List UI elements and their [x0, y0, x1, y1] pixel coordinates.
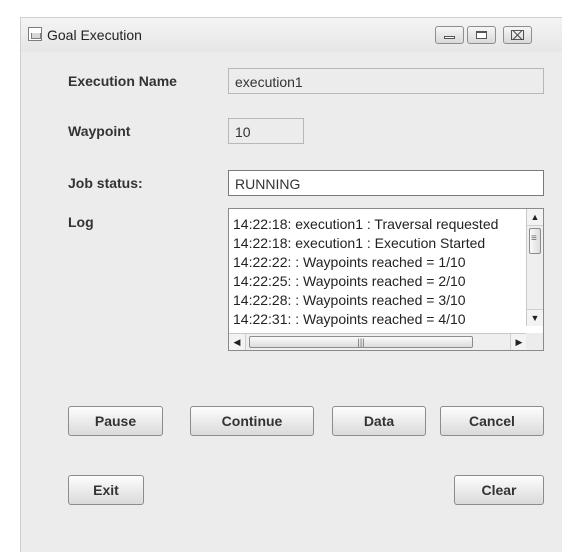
log-line: 14:22:18: execution1 : Execution Started [233, 235, 486, 251]
log-line: 14:22:31: : Waypoints reached = 4/10 [233, 311, 466, 327]
vertical-scroll-thumb[interactable] [529, 228, 541, 254]
cancel-button[interactable]: Cancel [440, 406, 544, 436]
exit-button[interactable]: Exit [68, 475, 144, 505]
maximize-icon [476, 31, 487, 39]
scroll-right-arrow-icon[interactable]: ▶ [510, 334, 527, 350]
log-line: 14:22:28: : Waypoints reached = 3/10 [233, 292, 466, 308]
maximize-button[interactable] [467, 26, 496, 44]
log-line: 14:22:22: : Waypoints reached = 1/10 [233, 254, 466, 270]
log-line: 14:22:25: : Waypoints reached = 2/10 [233, 273, 466, 289]
horizontal-scroll-thumb[interactable]: ||| [249, 336, 473, 348]
title-bar[interactable]: Goal Execution ⌧ [21, 18, 562, 52]
waypoint-label: Waypoint [68, 123, 131, 139]
data-button[interactable]: Data [332, 406, 426, 436]
execution-name-field[interactable]: execution1 [228, 68, 544, 94]
goal-execution-window: Goal Execution ⌧ Execution Name executio… [20, 17, 562, 552]
minimize-button[interactable] [435, 26, 464, 44]
close-icon: ⌧ [510, 27, 525, 43]
waypoint-field[interactable]: 10 [228, 118, 304, 144]
job-status-field[interactable]: RUNNING [228, 170, 544, 196]
execution-name-label: Execution Name [68, 73, 177, 89]
log-area[interactable]: 14:22:18: execution1 : Traversal request… [228, 208, 544, 351]
scroll-up-arrow-icon[interactable]: ▲ [527, 209, 543, 226]
job-status-label: Job status: [68, 175, 143, 191]
scrollbar-corner [526, 333, 543, 350]
clear-button[interactable]: Clear [454, 475, 544, 505]
log-label: Log [68, 214, 94, 230]
close-button[interactable]: ⌧ [503, 26, 532, 44]
scroll-left-arrow-icon[interactable]: ◀ [229, 334, 246, 350]
window-title: Goal Execution [47, 27, 142, 43]
log-text[interactable]: 14:22:18: execution1 : Traversal request… [233, 215, 527, 327]
horizontal-scrollbar[interactable]: ◀ ||| ▶ [229, 333, 527, 350]
minimize-icon [444, 36, 455, 39]
vertical-scrollbar[interactable]: ▲ ▼ [526, 209, 543, 326]
java-cup-icon [28, 27, 42, 41]
continue-button[interactable]: Continue [190, 406, 314, 436]
scroll-down-arrow-icon[interactable]: ▼ [527, 309, 543, 326]
log-line: 14:22:18: execution1 : Traversal request… [233, 216, 499, 232]
pause-button[interactable]: Pause [68, 406, 163, 436]
